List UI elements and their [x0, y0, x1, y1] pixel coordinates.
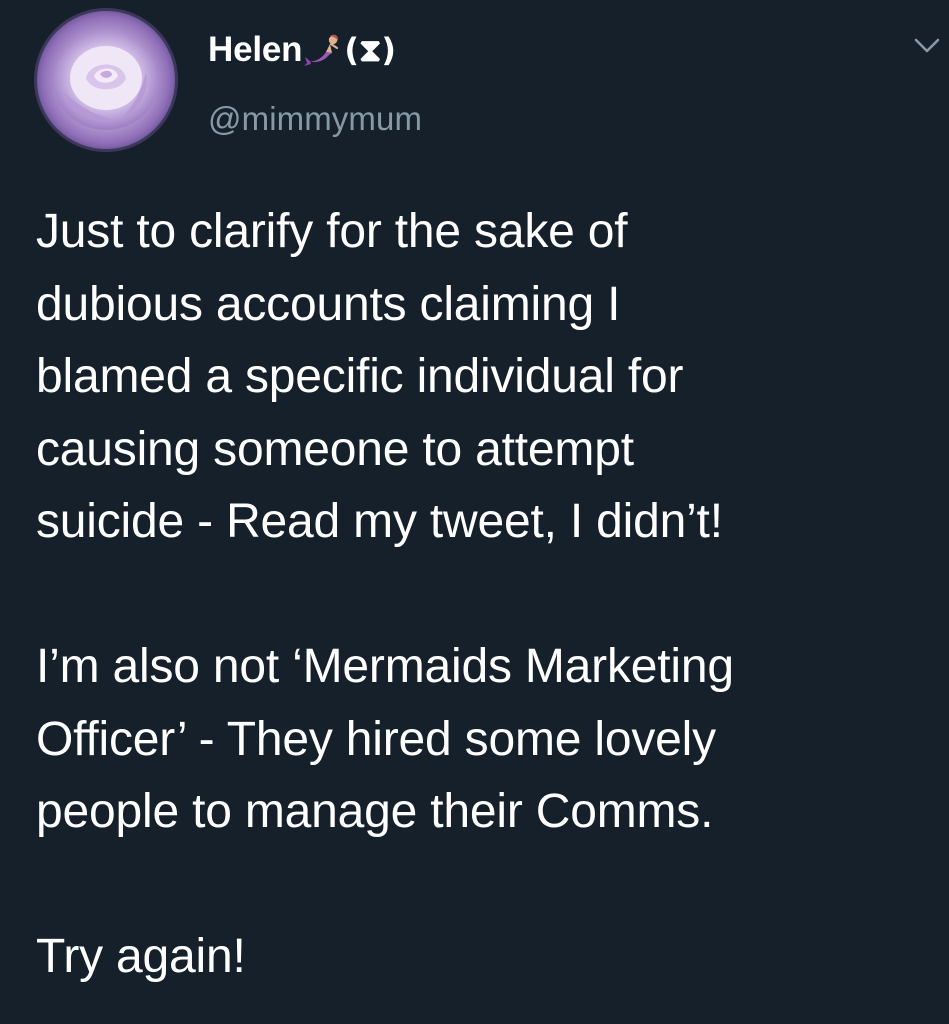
avatar[interactable] — [34, 8, 178, 152]
tweet-text: Just to clarify for the sake of dubious … — [36, 196, 936, 994]
rose-avatar-image — [34, 8, 178, 152]
author-name-row[interactable]: Helen (⧗) — [208, 26, 888, 74]
author-display-name[interactable]: Helen — [208, 30, 303, 70]
tweet-paragraph-3: Try again! — [36, 930, 246, 983]
author-handle[interactable]: @mimmymum — [208, 100, 888, 138]
tweet: Helen (⧗) @mimmymum Just to clarify for … — [0, 0, 949, 1024]
author-name-suffix: (⧗) — [344, 30, 397, 69]
tweet-paragraph-2: I’m also not ‘Mermaids Marketing Officer… — [36, 640, 734, 838]
tweet-header: Helen (⧗) @mimmymum — [208, 26, 888, 138]
mermaid-emoji-icon — [304, 32, 344, 72]
chevron-down-icon[interactable] — [912, 32, 942, 58]
tweet-paragraph-1: Just to clarify for the sake of dubious … — [36, 205, 723, 548]
